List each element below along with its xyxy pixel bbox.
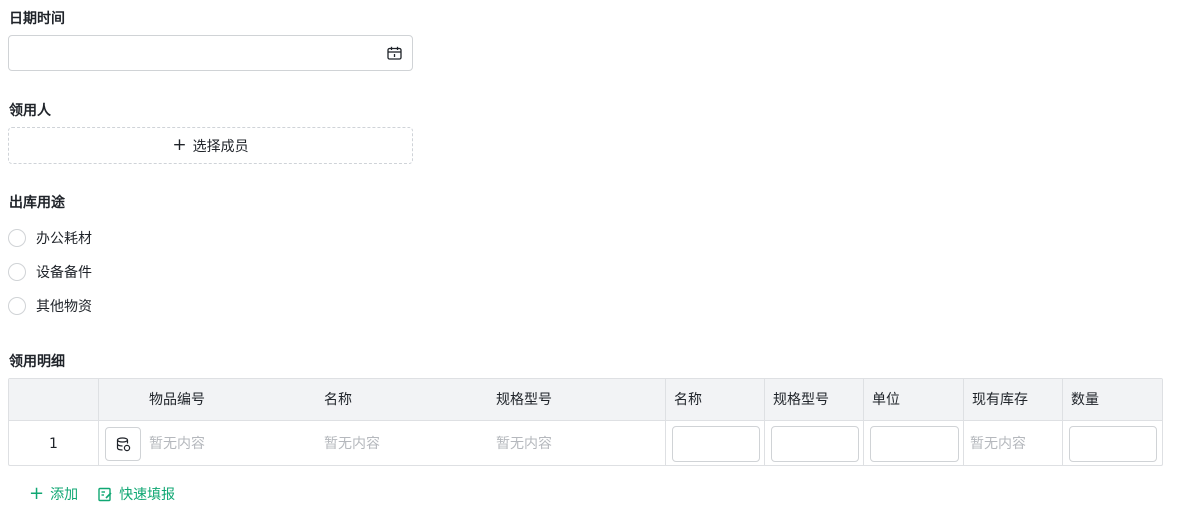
radio-option-label: 办公耗材 bbox=[36, 231, 92, 247]
table-header: 物品编号 名称 规格型号 名称 规格型号 单位 现有库存 数量 bbox=[9, 379, 1162, 421]
plus-icon: + bbox=[172, 135, 187, 155]
column-header-name: 名称 bbox=[324, 392, 352, 408]
database-icon bbox=[116, 436, 130, 451]
select-member-label: 选择成员 bbox=[192, 138, 249, 155]
quick-fill-label: 快速填报 bbox=[119, 487, 176, 503]
column-divider bbox=[665, 379, 666, 465]
column-divider bbox=[98, 379, 99, 465]
plus-icon: + bbox=[29, 483, 45, 504]
edit-form-icon bbox=[98, 487, 112, 501]
name-input[interactable] bbox=[672, 426, 760, 462]
column-header-name-2: 名称 bbox=[674, 392, 702, 408]
column-header-stock: 现有库存 bbox=[972, 392, 1028, 408]
column-divider bbox=[963, 379, 964, 465]
column-divider bbox=[764, 379, 765, 465]
table-actions: + 添加 快速填报 bbox=[29, 484, 175, 504]
datetime-label: 日期时间 bbox=[9, 11, 65, 27]
calendar-icon[interactable] bbox=[387, 46, 402, 60]
stock-cell: 暂无内容 bbox=[970, 436, 1026, 452]
column-divider bbox=[1062, 379, 1063, 465]
datetime-input[interactable] bbox=[8, 35, 413, 71]
column-header-spec-2: 规格型号 bbox=[773, 392, 829, 408]
radio-option-other-materials[interactable]: 其他物资 bbox=[8, 296, 92, 316]
column-header-spec: 规格型号 bbox=[496, 392, 552, 408]
spec-cell: 暂无内容 bbox=[496, 436, 552, 452]
add-row-button[interactable]: + 添加 bbox=[29, 484, 78, 504]
row-index: 1 bbox=[49, 436, 58, 452]
name-cell: 暂无内容 bbox=[324, 436, 380, 452]
purpose-label: 出库用途 bbox=[9, 195, 65, 211]
unit-input[interactable] bbox=[870, 426, 959, 462]
quick-fill-button[interactable]: 快速填报 bbox=[98, 484, 175, 504]
details-label: 领用明细 bbox=[9, 354, 65, 370]
column-header-quantity: 数量 bbox=[1071, 392, 1099, 408]
radio-option-label: 设备备件 bbox=[36, 265, 92, 281]
radio-option-label: 其他物资 bbox=[36, 299, 92, 315]
radio-circle[interactable] bbox=[8, 297, 26, 315]
item-code-cell: 暂无内容 bbox=[149, 436, 205, 452]
select-member-button[interactable]: + 选择成员 bbox=[8, 127, 413, 164]
recipient-label: 领用人 bbox=[9, 103, 51, 119]
radio-circle[interactable] bbox=[8, 229, 26, 247]
add-row-label: 添加 bbox=[50, 487, 79, 503]
spec-input[interactable] bbox=[771, 426, 859, 462]
radio-option-office-supplies[interactable]: 办公耗材 bbox=[8, 228, 92, 248]
quantity-input[interactable] bbox=[1069, 426, 1157, 462]
details-table: 物品编号 名称 规格型号 名称 规格型号 单位 现有库存 数量 1 暂无内容 暂… bbox=[8, 378, 1163, 466]
column-header-unit: 单位 bbox=[872, 392, 900, 408]
radio-option-spare-parts[interactable]: 设备备件 bbox=[8, 262, 92, 282]
radio-circle[interactable] bbox=[8, 263, 26, 281]
column-divider bbox=[863, 379, 864, 465]
column-header-item-code: 物品编号 bbox=[149, 392, 205, 408]
item-lookup-button[interactable] bbox=[105, 427, 141, 461]
